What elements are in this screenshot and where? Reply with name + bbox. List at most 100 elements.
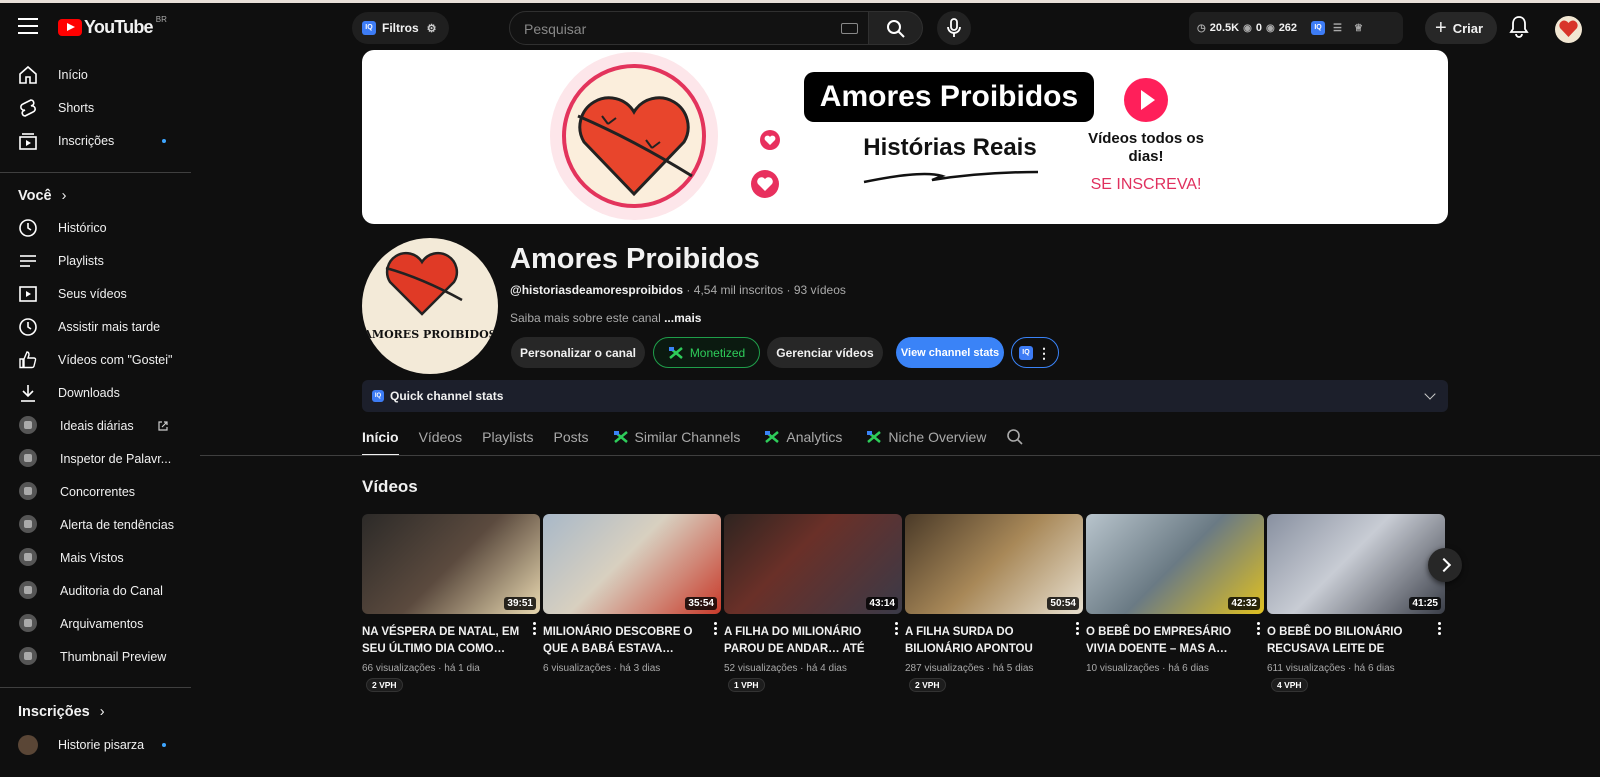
list-icon[interactable]: ☰	[1333, 23, 1342, 34]
subscriptions-section-title[interactable]: Inscrições ›	[18, 704, 105, 720]
sidebar-item-label: Ideais diárias	[60, 419, 134, 433]
sidebar-item-liked-videos[interactable]: Vídeos com "Gostei"	[0, 343, 192, 377]
sidebar-item-playlists[interactable]: Playlists	[0, 244, 192, 278]
channel-avatar	[18, 735, 38, 755]
create-button[interactable]: + Criar	[1425, 12, 1498, 44]
channel-avatar[interactable]: AMORES PROIBIDOS	[362, 238, 498, 374]
video-card[interactable]: 43:14 A FILHA DO MILIONÁRIO PAROU DE AND…	[724, 514, 902, 693]
vidiq-stats-bar[interactable]: ◷ 20.5K ◉ 0 ◉ 262 IQ ☰ ♕	[1189, 12, 1403, 44]
chevron-right-icon: ›	[61, 188, 67, 204]
sidebar-item-label: Mais Vistos	[60, 551, 124, 565]
vidiq-options-button[interactable]: IQ ⋮	[1011, 337, 1059, 368]
account-avatar[interactable]	[1555, 16, 1582, 43]
sidebar: Início Shorts Inscrições Você › Históric…	[0, 51, 192, 777]
create-label: Criar	[1452, 20, 1484, 36]
customize-channel-button[interactable]: Personalizar o canal	[511, 337, 645, 368]
filters-button[interactable]: IQ Filtros ⚙	[352, 12, 449, 44]
video-thumbnail[interactable]: 42:32	[1086, 514, 1264, 614]
sidebar-item-watch-later[interactable]: Assistir mais tarde	[0, 310, 192, 344]
sidebar-item-daily-ideas[interactable]: Ideais diárias	[0, 409, 192, 443]
subscriber-count: 4,54 mil inscritos	[693, 283, 784, 297]
monetized-badge[interactable]: Monetized	[653, 337, 760, 368]
sidebar-item-trend-alerts[interactable]: Alerta de tendências	[0, 508, 192, 542]
sidebar-item-subscriptions[interactable]: Inscrições	[0, 124, 192, 158]
tab-similar-channels[interactable]: Similar Channels	[613, 420, 740, 454]
video-thumbnail[interactable]: 43:14	[724, 514, 902, 614]
like-icon	[19, 351, 37, 369]
video-thumbnail[interactable]: 35:54	[543, 514, 721, 614]
video-thumbnail[interactable]: 41:25	[1267, 514, 1445, 614]
view-channel-stats-button[interactable]: View channel stats	[896, 337, 1004, 368]
videos-section-title[interactable]: Vídeos	[362, 477, 418, 497]
external-link-icon	[158, 421, 168, 431]
video-thumbnail[interactable]: 39:51	[362, 514, 540, 614]
sidebar-item-thumbnail-preview[interactable]: Thumbnail Preview	[0, 640, 192, 674]
video-thumbnail[interactable]: 50:54	[905, 514, 1083, 614]
vidiq-tool-icon	[19, 647, 37, 665]
sidebar-item-keyword-inspector[interactable]: Inspetor de Palavr...	[0, 442, 192, 476]
channel-search-icon[interactable]	[1006, 428, 1024, 446]
channel-about[interactable]: Saiba mais sobre este canal ...mais	[510, 311, 701, 325]
tab-videos[interactable]: Vídeos	[419, 420, 463, 454]
video-title[interactable]: A FILHA DO MILIONÁRIO PAROU DE ANDAR… AT…	[724, 624, 884, 658]
video-card[interactable]: 42:32 O BEBÊ DO EMPRESÁRIO VIVIA DOENTE …	[1086, 514, 1264, 674]
sidebar-item-your-videos[interactable]: Seus vídeos	[0, 277, 192, 311]
about-text: Saiba mais sobre este canal	[510, 311, 661, 325]
sidebar-item-downloads[interactable]: Downloads	[0, 376, 192, 410]
sidebar-item-history[interactable]: Histórico	[0, 211, 192, 245]
sidebar-item-home[interactable]: Início	[0, 58, 192, 92]
sidebar-item-channel-audit[interactable]: Auditoria do Canal	[0, 574, 192, 608]
more-vert-icon[interactable]	[1076, 622, 1079, 635]
video-duration: 42:32	[1228, 597, 1260, 610]
video-card[interactable]: 50:54 A FILHA SURDA DO BILIONÁRIO APONTO…	[905, 514, 1083, 693]
sidebar-item-most-viewed[interactable]: Mais Vistos	[0, 541, 192, 575]
video-card[interactable]: 41:25 O BEBÊ DO BILIONÁRIO RECUSAVA LEIT…	[1267, 514, 1445, 693]
vph-badge: 2 VPH	[366, 678, 403, 692]
vidiq-icon[interactable]: IQ	[1311, 21, 1326, 35]
heart-icon	[1559, 20, 1578, 37]
quick-channel-stats-bar[interactable]: IQ Quick channel stats	[362, 380, 1448, 412]
manage-videos-button[interactable]: Gerenciar vídeos	[767, 337, 883, 368]
more-vert-icon[interactable]	[895, 622, 898, 635]
channel-tabs: Início Vídeos Playlists Posts Similar Ch…	[362, 420, 1024, 456]
voice-search-button[interactable]	[937, 11, 971, 45]
video-card[interactable]: 35:54 MILIONÁRIO DESCOBRE O QUE A BABÁ E…	[543, 514, 721, 674]
search-button[interactable]	[869, 11, 923, 45]
sidebar-item-archives[interactable]: Arquivamentos	[0, 607, 192, 641]
youtube-logo[interactable]: YouTube BR	[58, 15, 167, 38]
video-title[interactable]: O BEBÊ DO EMPRESÁRIO VIVIA DOENTE – MAS …	[1086, 624, 1246, 658]
tab-home[interactable]: Início	[362, 420, 399, 456]
video-title[interactable]: O BEBÊ DO BILIONÁRIO RECUSAVA LEITE DE T…	[1267, 624, 1427, 658]
about-more-link[interactable]: ...mais	[664, 311, 701, 325]
search-input[interactable]	[524, 21, 824, 37]
chevron-down-icon[interactable]	[1424, 388, 1436, 400]
tab-niche-overview[interactable]: Niche Overview	[866, 420, 986, 454]
more-vert-icon[interactable]	[533, 622, 536, 635]
video-title[interactable]: NA VÉSPERA DE NATAL, EM SEU ÚLTIMO DIA C…	[362, 624, 522, 658]
notifications-bell-icon[interactable]	[1508, 15, 1530, 39]
sidebar-item-label: Auditoria do Canal	[60, 584, 163, 598]
tab-posts[interactable]: Posts	[554, 420, 589, 454]
video-title[interactable]: MILIONÁRIO DESCOBRE O QUE A BABÁ ESTAVA…	[543, 624, 703, 658]
tab-playlists[interactable]: Playlists	[482, 420, 533, 454]
video-card[interactable]: 39:51 NA VÉSPERA DE NATAL, EM SEU ÚLTIMO…	[362, 514, 540, 693]
you-section-title[interactable]: Você ›	[18, 188, 66, 204]
tab-analytics[interactable]: Analytics	[764, 420, 842, 454]
banner-squiggle	[863, 170, 1039, 184]
channel-logo-heart: AMORES PROIBIDOS	[362, 251, 497, 341]
subscriptions-icon	[19, 133, 37, 150]
keyboard-icon[interactable]	[841, 23, 858, 34]
sidebar-item-shorts[interactable]: Shorts	[0, 91, 192, 125]
more-vert-icon[interactable]	[1257, 622, 1260, 635]
vidiq-x-icon	[765, 431, 780, 443]
more-vert-icon[interactable]	[714, 622, 717, 635]
more-vert-icon[interactable]	[1438, 622, 1441, 635]
sidebar-item-competitors[interactable]: Concorrentes	[0, 475, 192, 509]
channel-banner: Amores Proibidos Histórias Reais Vídeos …	[362, 50, 1448, 224]
shorts-icon	[20, 99, 36, 117]
video-title[interactable]: A FILHA SURDA DO BILIONÁRIO APONTOU PAR…	[905, 624, 1065, 658]
shelf-next-button[interactable]	[1428, 548, 1462, 582]
trophy-icon[interactable]: ♕	[1354, 23, 1363, 34]
sidebar-item-subscription-channel[interactable]: Historie pisarza	[0, 728, 192, 762]
menu-icon[interactable]	[18, 18, 38, 34]
